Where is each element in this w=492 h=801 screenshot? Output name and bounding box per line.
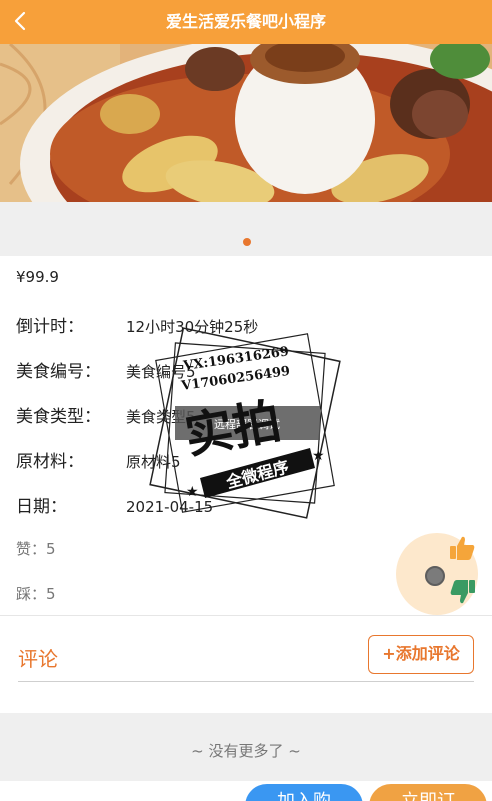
thumbs-down-icon[interactable] — [450, 578, 476, 606]
price: ¥99.9 — [16, 268, 59, 286]
buy-now-button[interactable]: 立即订 — [369, 784, 487, 801]
date-row: 日期： 2021-04-15 — [16, 492, 213, 517]
food-type-value: 美食类型5 — [126, 408, 196, 426]
no-more-text: ~ 没有更多了 ~ — [191, 742, 301, 760]
food-number-label: 美食编号： — [16, 362, 101, 382]
add-to-cart-button[interactable]: 加入购 — [245, 784, 363, 801]
add-comment-button[interactable]: +添加评论 — [368, 635, 474, 674]
watermark-big-text: 实拍 — [181, 393, 285, 465]
dislikes-count: 踩：5 — [16, 585, 56, 603]
likes-count: 赞：5 — [16, 540, 56, 558]
swiper-area — [0, 202, 492, 256]
date-value: 2021-04-15 — [126, 498, 214, 516]
watermark-line1: VX:196316269 — [181, 344, 289, 374]
ingredients-label: 原材料： — [16, 452, 84, 472]
countdown-value: 12小时30分钟25秒 — [126, 318, 259, 336]
watermark-strip: 远程部署调试 — [214, 417, 280, 431]
food-number-value: 美食编号5 — [126, 363, 196, 381]
ingredients-value: 原材料5 — [126, 453, 181, 471]
comments-title: 评论 — [18, 647, 58, 671]
float-knob — [425, 566, 445, 586]
ingredients-row: 原材料： 原材料5 — [16, 447, 181, 472]
watermark-ribbon: 全微程序 — [223, 457, 291, 492]
food-type-row: 美食类型： 美食类型5 — [16, 402, 196, 427]
swiper-indicator-dot[interactable] — [243, 238, 251, 246]
countdown-label: 倒计时： — [16, 317, 84, 337]
watermark-line2: V17060256499 — [179, 364, 291, 394]
food-type-label: 美食类型： — [16, 407, 101, 427]
nav-bar: 爱生活爱乐餐吧小程序 — [0, 0, 492, 44]
countdown-row: 倒计时： 12小时30分钟25秒 — [16, 312, 258, 337]
thumbs-up-icon[interactable] — [448, 534, 476, 562]
section-divider — [0, 615, 492, 616]
page-title: 爱生活爱乐餐吧小程序 — [165, 12, 326, 31]
food-number-row: 美食编号： 美食编号5 — [16, 357, 196, 382]
comments-underline — [18, 681, 474, 682]
food-photo — [0, 44, 492, 202]
banner-image[interactable] — [0, 44, 492, 202]
date-label: 日期： — [16, 497, 67, 517]
svg-text:★: ★ — [312, 448, 325, 464]
